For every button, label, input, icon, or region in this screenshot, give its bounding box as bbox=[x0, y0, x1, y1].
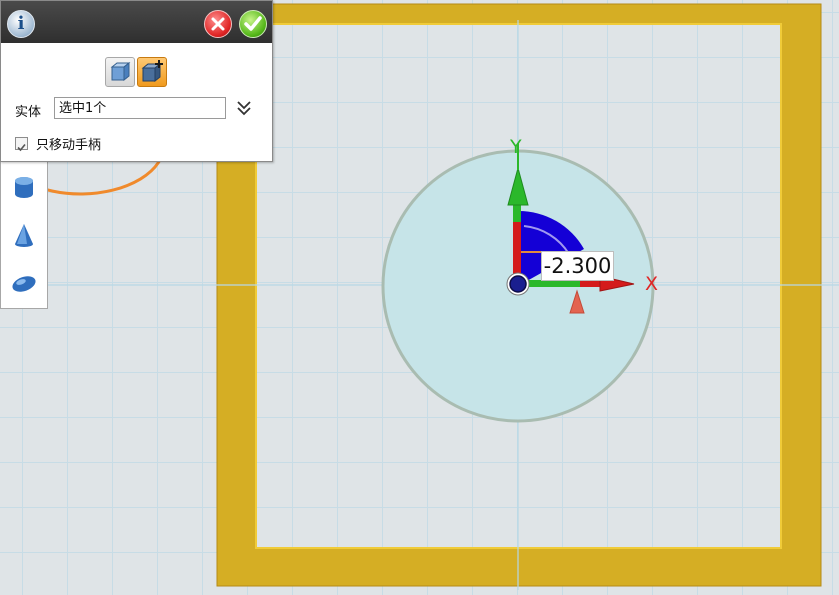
move-handle-only-checkbox[interactable] bbox=[15, 137, 28, 152]
info-icon[interactable]: i bbox=[7, 10, 35, 38]
x-axis-label: X bbox=[645, 273, 659, 295]
x-axis-shaft-green[interactable] bbox=[523, 280, 583, 287]
y-axis-label: Y bbox=[510, 136, 522, 158]
move-body-mode-button[interactable] bbox=[105, 57, 135, 87]
move-body-add-icon bbox=[141, 60, 163, 83]
chevron-double-down-icon[interactable] bbox=[235, 98, 253, 118]
close-icon[interactable] bbox=[204, 10, 232, 38]
cylinder-icon[interactable] bbox=[11, 174, 37, 200]
cone-icon[interactable] bbox=[11, 222, 37, 248]
move-handle-only-label: 只移动手柄 bbox=[36, 138, 102, 153]
move-body-icon bbox=[110, 61, 131, 82]
gizmo-origin-core[interactable] bbox=[509, 275, 527, 293]
dimension-input[interactable]: -2.300 bbox=[541, 251, 614, 281]
tool-strip bbox=[0, 160, 48, 309]
checkmark-icon bbox=[17, 143, 26, 152]
confirm-icon[interactable] bbox=[239, 10, 267, 38]
entity-field[interactable]: 选中1个 bbox=[54, 97, 226, 119]
move-panel: i 实体 选中1个 只移动手柄 bbox=[0, 0, 273, 162]
entity-label: 实体 bbox=[15, 105, 42, 120]
move-body-add-mode-button[interactable] bbox=[137, 57, 167, 87]
ellipsoid-icon[interactable] bbox=[11, 270, 37, 296]
